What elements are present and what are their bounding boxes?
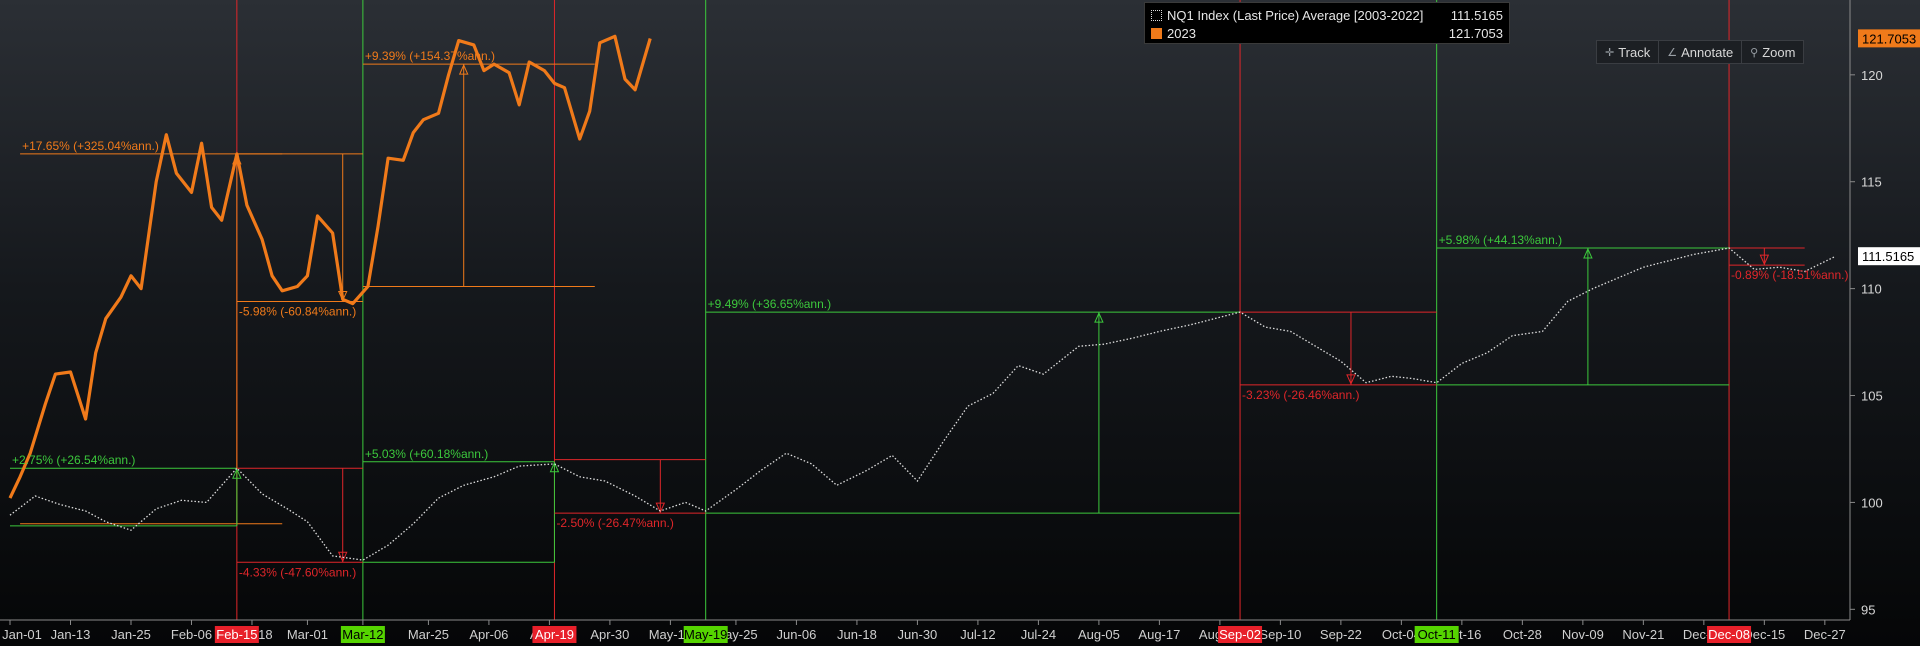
track-label: Track	[1618, 44, 1651, 60]
x-tick-label: Jun-18	[837, 627, 877, 642]
x-tick-label: Nov-09	[1562, 627, 1604, 642]
legend-value: 111.5165	[1450, 7, 1503, 23]
highlighted-date-label: Sep-02	[1219, 627, 1261, 642]
legend-value: 121.7053	[1448, 25, 1503, 41]
zoom-button[interactable]: ⚲ Zoom	[1742, 41, 1803, 63]
legend-label: 2023	[1167, 25, 1196, 41]
annotate-label: Annotate	[1681, 44, 1734, 60]
y-tick-label: 105	[1861, 389, 1883, 404]
x-tick-label: Apr-30	[590, 627, 629, 642]
legend: NQ1 Index (Last Price) Average [2003-202…	[1144, 2, 1510, 44]
x-tick-label: Feb-06	[171, 627, 212, 642]
crosshair-icon: ✛	[1605, 46, 1615, 59]
x-tick-label: Nov-21	[1622, 627, 1664, 642]
pencil-icon: ∠	[1667, 46, 1678, 59]
annotation-label: -2.50% (-26.47%ann.)	[556, 516, 673, 530]
zoom-label: Zoom	[1762, 44, 1796, 60]
magnifier-icon: ⚲	[1750, 46, 1759, 59]
highlighted-date-label: Oct-11	[1418, 627, 1456, 642]
highlighted-date-label: May-19	[684, 627, 727, 642]
highlighted-date-label: Feb-15	[216, 627, 257, 642]
annotation-labels: +17.65% (+325.04%ann.) -5.98% (-60.84%ann…	[12, 49, 1848, 579]
y-tick-label: 115	[1861, 175, 1882, 190]
x-tick-label: Mar-25	[408, 627, 449, 642]
x-tick-label: Jan-01	[2, 627, 42, 642]
x-tick-label: Jun-30	[898, 627, 938, 642]
chart-toolbar: ✛ Track ∠ Annotate ⚲ Zoom	[1596, 40, 1805, 64]
last-value-label: 121.7053	[1862, 31, 1916, 46]
y-tick-label: 100	[1861, 495, 1883, 510]
series-layer	[8, 34, 1836, 561]
legend-label: NQ1 Index (Last Price) Average [2003-202…	[1167, 7, 1424, 23]
track-button[interactable]: ✛ Track	[1597, 41, 1660, 63]
highlighted-date-label: Dec-08	[1708, 627, 1750, 642]
x-tick-label: Sep-10	[1259, 627, 1301, 642]
y-tick-label: 95	[1861, 602, 1875, 617]
annotate-button[interactable]: ∠ Annotate	[1659, 41, 1743, 63]
annotation-label: -5.98% (-60.84%ann.)	[239, 304, 356, 318]
highlighted-date-label: Apr-19	[535, 627, 574, 642]
y-tick-label: 120	[1861, 68, 1883, 83]
annotation-label: +9.39% (+154.37%ann.)	[365, 49, 495, 63]
orange-swatch-icon	[1151, 27, 1162, 39]
legend-item-average: NQ1 Index (Last Price) Average [2003-202…	[1151, 6, 1503, 24]
x-tick-label: Mar-01	[287, 627, 328, 642]
annotation-label: -0.89% (-18.51%ann.)	[1731, 268, 1848, 282]
x-tick-label: Aug-05	[1078, 627, 1120, 642]
y-axis: 95 100 105 110 115 120 121.7053 111.5165	[1849, 0, 1920, 620]
event-lines	[236, 0, 1730, 620]
annotation-label: +5.98% (+44.13%ann.)	[1439, 233, 1562, 247]
annotation-label: +9.49% (+36.65%ann.)	[708, 297, 831, 311]
y-tick-label: 110	[1861, 282, 1882, 297]
legend-item-2023: 2023 121.7053	[1151, 24, 1503, 42]
x-tick-label: Oct-28	[1503, 627, 1542, 642]
x-tick-label: Dec-27	[1804, 627, 1846, 642]
annotation-label: -4.33% (-47.60%ann.)	[239, 565, 356, 579]
annotation-label: -3.23% (-26.46%ann.)	[1242, 388, 1359, 402]
annotation-label: +17.65% (+325.04%ann.)	[22, 139, 159, 153]
x-tick-label: Apr-06	[469, 627, 508, 642]
x-tick-label: Jan-13	[51, 627, 91, 642]
annotation-label: +5.03% (+60.18%ann.)	[365, 447, 488, 461]
x-tick-label: Jul-12	[960, 627, 995, 642]
x-tick-label: Jun-06	[777, 627, 817, 642]
x-tick-label: Jan-25	[111, 627, 151, 642]
dotted-line-swatch-icon	[1151, 9, 1162, 21]
highlighted-date-label: Mar-12	[342, 627, 383, 642]
annotation-label: +2.75% (+26.54%ann.)	[12, 453, 135, 467]
x-tick-label: Sep-22	[1320, 627, 1362, 642]
x-axis: Jan-01Jan-13Jan-25Feb-06Feb-18Mar-01Mar-…	[0, 619, 1850, 643]
x-tick-label: Aug-17	[1138, 627, 1180, 642]
x-tick-label: Jul-24	[1021, 627, 1056, 642]
chart-area: +17.65% (+325.04%ann.) -5.98% (-60.84%ann…	[0, 0, 1920, 643]
last-value-label: 111.5165	[1862, 249, 1914, 264]
